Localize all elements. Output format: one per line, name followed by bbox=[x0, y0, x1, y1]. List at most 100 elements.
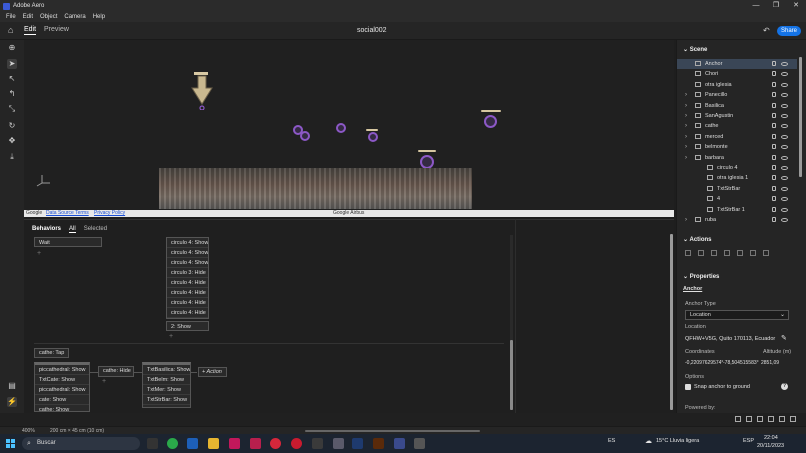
app-icon[interactable] bbox=[312, 438, 323, 449]
lock-icon[interactable] bbox=[772, 102, 776, 108]
place-icon[interactable] bbox=[724, 250, 730, 256]
keyboard-lang[interactable]: ESP bbox=[743, 438, 754, 444]
altitude-value[interactable]: 2851,09 bbox=[761, 360, 779, 366]
scene-marker[interactable] bbox=[368, 132, 378, 142]
eye-icon[interactable] bbox=[781, 218, 788, 222]
share-button[interactable]: Share bbox=[777, 26, 801, 36]
lock-icon[interactable] bbox=[772, 144, 776, 150]
lock-icon[interactable] bbox=[772, 185, 776, 191]
windows-start-icon[interactable] bbox=[6, 439, 15, 448]
align-icon[interactable] bbox=[737, 250, 743, 256]
chevron-right-icon[interactable]: › bbox=[685, 215, 687, 225]
add-action-button[interactable]: + Action bbox=[198, 367, 227, 377]
eye-icon[interactable] bbox=[781, 207, 788, 212]
eye-icon[interactable] bbox=[781, 166, 788, 170]
chevron-right-icon[interactable]: › bbox=[685, 153, 687, 163]
anchor-arrow-icon[interactable] bbox=[190, 70, 214, 110]
scene-item[interactable]: Chori bbox=[677, 69, 797, 79]
delete-icon[interactable] bbox=[685, 250, 691, 256]
scene-item[interactable]: › SanAgustin bbox=[677, 111, 797, 121]
action-item[interactable]: piccathedral: Show bbox=[35, 365, 89, 375]
camera-icon[interactable] bbox=[746, 416, 752, 422]
file-explorer-icon[interactable] bbox=[208, 438, 219, 449]
edge-icon[interactable] bbox=[187, 438, 198, 449]
scene-marker[interactable] bbox=[420, 155, 434, 169]
maximize-button[interactable]: ❐ bbox=[766, 0, 786, 12]
scene-item[interactable]: otra iglesia bbox=[677, 80, 797, 90]
scene-item[interactable]: › merced bbox=[677, 132, 797, 142]
chevron-right-icon[interactable]: › bbox=[685, 90, 687, 100]
action-item[interactable]: circulo 4: Hide bbox=[167, 298, 208, 308]
clock-date[interactable]: 20/11/2023 bbox=[757, 443, 784, 449]
lock-icon[interactable] bbox=[772, 154, 776, 160]
select-tool-icon[interactable]: ➤ bbox=[7, 59, 17, 69]
opera-icon[interactable] bbox=[270, 438, 281, 449]
action-item[interactable]: circulo 4: Show bbox=[167, 238, 208, 248]
privacy-link[interactable]: Privacy Policy bbox=[94, 210, 125, 217]
minimize-button[interactable]: — bbox=[746, 0, 766, 12]
chrome-icon[interactable] bbox=[167, 438, 178, 449]
tab-selected[interactable]: Selected bbox=[84, 226, 107, 233]
menu-help[interactable]: Help bbox=[93, 14, 105, 20]
scene-item[interactable]: › belmonte bbox=[677, 142, 797, 152]
eye-icon[interactable] bbox=[781, 103, 788, 108]
action-item[interactable]: circulo 4: Hide bbox=[167, 308, 208, 318]
eye-icon[interactable] bbox=[781, 176, 788, 181]
scene-item[interactable]: › Basilica bbox=[677, 101, 797, 111]
scene-item[interactable]: otra iglesia 1 bbox=[677, 173, 797, 183]
rotate-tool-icon[interactable]: ↰ bbox=[7, 89, 17, 99]
action-item[interactable]: TxtBasilica: Show bbox=[143, 365, 190, 375]
opera-gx-icon[interactable] bbox=[291, 438, 302, 449]
scene-item[interactable]: circulo 4 bbox=[677, 163, 797, 173]
action-item[interactable]: TxtMer: Show bbox=[143, 385, 190, 395]
eye-icon[interactable] bbox=[781, 134, 788, 139]
menu-camera[interactable]: Camera bbox=[64, 14, 85, 20]
horizontal-scrollbar[interactable] bbox=[305, 430, 480, 432]
more-icon[interactable] bbox=[763, 250, 769, 256]
action-item[interactable]: circulo 4: Hide bbox=[167, 288, 208, 298]
add-action-icon[interactable]: + bbox=[102, 378, 106, 385]
lock-icon[interactable] bbox=[772, 133, 776, 139]
lock-icon[interactable] bbox=[772, 113, 776, 118]
trash-icon[interactable] bbox=[790, 416, 796, 422]
eye-icon[interactable] bbox=[781, 186, 788, 191]
link-icon[interactable] bbox=[750, 250, 756, 256]
scene-marker[interactable] bbox=[484, 115, 497, 128]
action-item[interactable]: circulo 4: Show bbox=[167, 248, 208, 258]
scene-item[interactable]: Anchor bbox=[677, 59, 797, 69]
anchor-type-select[interactable]: Location ⌄ bbox=[685, 310, 789, 320]
edit-pencil-icon[interactable]: ✎ bbox=[781, 334, 787, 342]
layers-icon[interactable] bbox=[768, 416, 774, 422]
action-item[interactable]: circulo 4: Show bbox=[167, 258, 208, 268]
scene-item[interactable]: › ruba bbox=[677, 215, 797, 225]
chevron-right-icon[interactable]: › bbox=[685, 111, 687, 121]
eye-icon[interactable] bbox=[781, 82, 788, 87]
action-item[interactable]: TxtCate: Show bbox=[35, 375, 89, 385]
indesign-icon[interactable] bbox=[250, 438, 261, 449]
illustrator-icon[interactable] bbox=[373, 438, 384, 449]
lock-icon[interactable] bbox=[772, 61, 776, 66]
chevron-right-icon[interactable]: › bbox=[685, 142, 687, 152]
eye-icon[interactable] bbox=[781, 145, 788, 150]
scene-marker[interactable] bbox=[336, 123, 346, 133]
tab-all[interactable]: All bbox=[69, 226, 76, 233]
fx-icon[interactable] bbox=[735, 416, 741, 422]
app-icon[interactable] bbox=[229, 438, 240, 449]
scene-item[interactable]: TxtStrBar bbox=[677, 184, 797, 194]
weather-text[interactable]: 15°C Lluvia ligera bbox=[656, 438, 699, 444]
add-action-icon[interactable]: + bbox=[37, 250, 41, 257]
action-item[interactable]: cathe: Show bbox=[35, 405, 89, 413]
eye-icon[interactable] bbox=[781, 124, 788, 129]
snap-checkbox[interactable] bbox=[685, 384, 691, 390]
scene-item[interactable]: › barbara bbox=[677, 153, 797, 163]
layers-icon[interactable]: ▤ bbox=[7, 381, 17, 391]
orbit-tool-icon[interactable]: ↻ bbox=[7, 121, 17, 131]
lock-icon[interactable] bbox=[772, 206, 776, 212]
clock-time[interactable]: 22:04 bbox=[764, 435, 778, 441]
duplicate-icon[interactable] bbox=[698, 250, 704, 256]
scale-tool-icon[interactable]: ⤡ bbox=[7, 104, 17, 114]
eye-icon[interactable] bbox=[781, 114, 788, 118]
action-item[interactable]: circulo 4: Hide bbox=[167, 278, 208, 288]
add-action-icon[interactable]: + bbox=[169, 333, 173, 340]
cathe-hide-action[interactable]: cathe: Hide bbox=[98, 366, 134, 377]
